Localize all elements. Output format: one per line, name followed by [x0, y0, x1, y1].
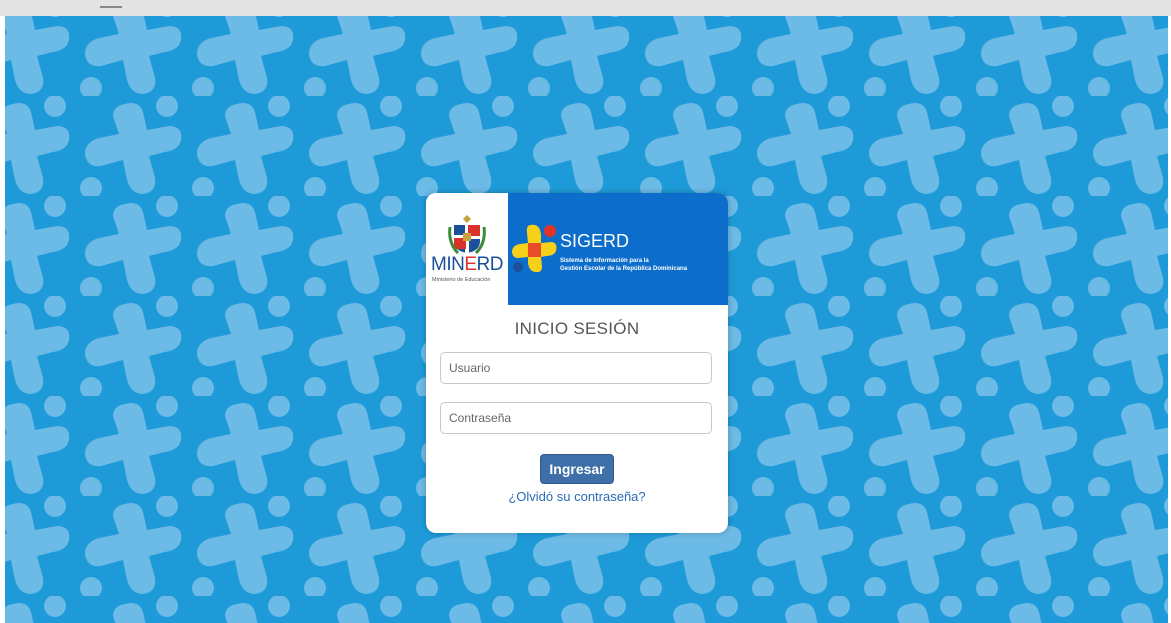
minerd-subtitle: Ministerio de Educación — [432, 277, 491, 283]
login-title: INICIO SESIÓN — [514, 319, 640, 338]
coat-of-arms-icon — [448, 215, 486, 255]
forgot-password-link[interactable]: ¿Olvidó su contraseña? — [426, 489, 728, 504]
minerd-logo: MINERD Ministerio de Educación — [426, 193, 508, 305]
sigerd-description-line1: Sistema de Información para la — [560, 258, 649, 264]
minerd-part-e: E — [464, 254, 477, 275]
sigerd-description-line2: Gestión Escolar de la República Dominica… — [560, 266, 688, 272]
minerd-wordmark: MINERD — [431, 255, 503, 275]
sigerd-logo: SIGERD Sistema de Información para la Ge… — [508, 193, 728, 305]
sigerd-description: Sistema de Información para la Gestión E… — [560, 257, 687, 273]
login-button[interactable]: Ingresar — [540, 454, 614, 484]
login-card: MINERD Ministerio de Educación SIGERD Si… — [426, 193, 728, 533]
password-input[interactable] — [440, 402, 712, 434]
username-input[interactable] — [440, 352, 712, 384]
minerd-part-min: MIN — [431, 254, 465, 275]
sigerd-cross-icon — [512, 224, 557, 273]
top-bar-mark — [100, 6, 122, 8]
login-card-header: MINERD Ministerio de Educación SIGERD Si… — [426, 193, 728, 305]
sigerd-title: SIGERD — [560, 231, 630, 251]
minerd-part-rd: RD — [476, 254, 504, 275]
browser-top-bar — [0, 0, 1171, 16]
